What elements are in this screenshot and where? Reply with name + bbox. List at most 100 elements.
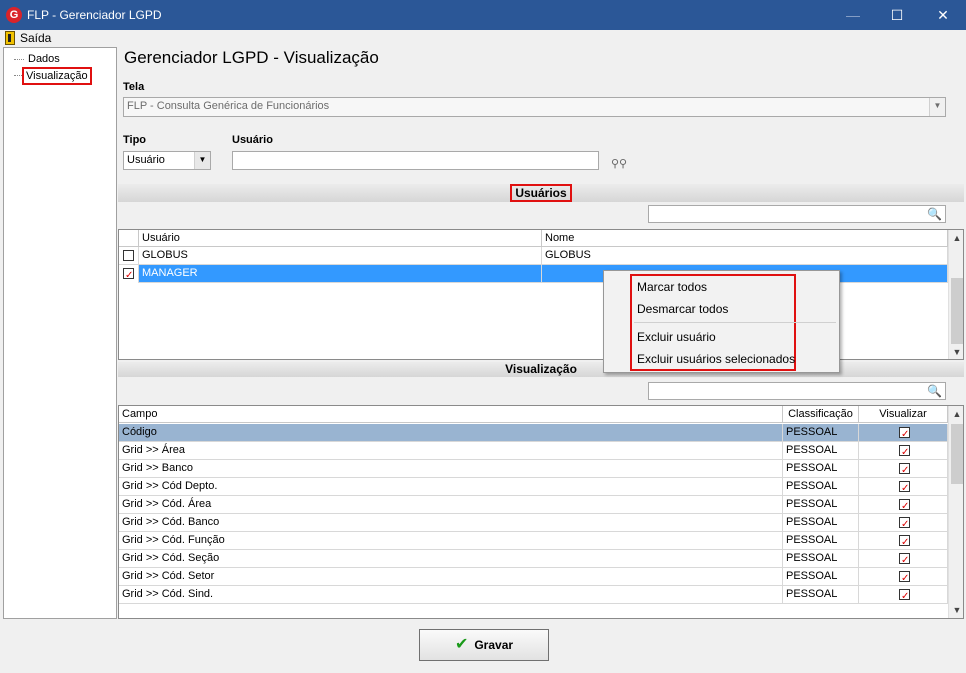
- cell-classificacao: PESSOAL: [783, 496, 859, 514]
- cell-campo: Código: [119, 424, 783, 442]
- scroll-down-icon[interactable]: ▼: [949, 603, 963, 617]
- chevron-down-icon: ▼: [929, 98, 945, 116]
- visualizar-checkbox[interactable]: [899, 444, 910, 460]
- cell-classificacao: PESSOAL: [783, 514, 859, 532]
- page-title: Gerenciador LGPD - Visualização: [124, 48, 379, 67]
- tree-item-visualizacao[interactable]: Visualização: [22, 67, 92, 85]
- usuarios-section-title: Usuários: [510, 184, 572, 202]
- column-header-campo[interactable]: Campo: [119, 406, 783, 423]
- menu-item-desmarcar-todos[interactable]: Desmarcar todos: [637, 302, 728, 316]
- cell-classificacao: PESSOAL: [783, 460, 859, 478]
- search-icon[interactable]: 🔍: [927, 384, 942, 398]
- table-row[interactable]: Grid >> Cód. Banco PESSOAL: [119, 514, 948, 532]
- cell-visualizar: [859, 424, 948, 442]
- cell-visualizar: [859, 478, 948, 496]
- table-row[interactable]: Grid >> Área PESSOAL: [119, 442, 948, 460]
- cell-classificacao: PESSOAL: [783, 478, 859, 496]
- navigation-tree: Dados Visualização: [3, 47, 117, 619]
- usuario-input[interactable]: [232, 151, 599, 170]
- exit-menu-item[interactable]: Saída: [20, 31, 51, 45]
- column-header-visualizar[interactable]: Visualizar: [859, 406, 948, 423]
- cell-visualizar: [859, 568, 948, 586]
- checkbox-column-header: [119, 230, 139, 247]
- cell-campo: Grid >> Cód. Banco: [119, 514, 783, 532]
- gravar-label: Gravar: [474, 638, 514, 652]
- row-checkbox-cell: [119, 265, 139, 283]
- menu-item-excluir-selecionados[interactable]: Excluir usuários selecionados: [637, 352, 795, 366]
- scroll-up-icon[interactable]: ▲: [949, 231, 963, 245]
- cell-campo: Grid >> Banco: [119, 460, 783, 478]
- visualizar-checkbox[interactable]: [899, 534, 910, 550]
- cell-visualizar: [859, 496, 948, 514]
- chevron-down-icon: ▼: [194, 152, 210, 169]
- cell-visualizar: [859, 442, 948, 460]
- visualizacao-scrollbar[interactable]: ▲ ▼: [948, 406, 963, 618]
- exit-door-icon[interactable]: [5, 31, 15, 45]
- window-title: FLP - Gerenciador LGPD: [27, 8, 162, 22]
- table-row[interactable]: GLOBUS GLOBUS: [119, 247, 948, 265]
- table-row[interactable]: Grid >> Banco PESSOAL: [119, 460, 948, 478]
- visualizar-checkbox[interactable]: [899, 498, 910, 514]
- visualizar-checkbox[interactable]: [899, 480, 910, 496]
- maximize-button[interactable]: ☐: [874, 0, 920, 30]
- row-checkbox-checked[interactable]: [123, 267, 134, 283]
- visualizacao-search-input[interactable]: 🔍: [648, 382, 946, 400]
- visualizar-checkbox[interactable]: [899, 462, 910, 478]
- cell-campo: Grid >> Cód. Função: [119, 532, 783, 550]
- scroll-down-icon[interactable]: ▼: [949, 345, 963, 359]
- column-header-usuario[interactable]: Usuário: [139, 230, 542, 247]
- context-menu: Marcar todos Desmarcar todos Excluir usu…: [603, 270, 840, 373]
- visualizar-checkbox[interactable]: [899, 552, 910, 568]
- cell-usuario: GLOBUS: [139, 247, 542, 265]
- scroll-thumb[interactable]: [951, 278, 963, 344]
- cell-campo: Grid >> Cód. Seção: [119, 550, 783, 568]
- column-header-classificacao[interactable]: Classificação: [783, 406, 859, 423]
- binoculars-search-icon[interactable]: ⚲⚲: [611, 157, 627, 170]
- table-row[interactable]: Grid >> Cód Depto. PESSOAL: [119, 478, 948, 496]
- menu-separator: [634, 322, 836, 323]
- usuario-label: Usuário: [232, 134, 273, 146]
- visualizar-checkbox[interactable]: [899, 426, 910, 442]
- column-header-nome[interactable]: Nome: [542, 230, 948, 247]
- menu-item-excluir-usuario[interactable]: Excluir usuário: [637, 330, 716, 344]
- table-row-selected[interactable]: Código PESSOAL: [119, 424, 948, 442]
- search-icon[interactable]: 🔍: [927, 207, 942, 221]
- usuarios-section-header: Usuários: [118, 184, 964, 202]
- visualizacao-section-title: Visualização: [505, 362, 577, 376]
- close-button[interactable]: ✕: [920, 0, 966, 30]
- cell-visualizar: [859, 532, 948, 550]
- tela-label: Tela: [123, 81, 145, 93]
- visualizar-checkbox[interactable]: [899, 516, 910, 532]
- cell-campo: Grid >> Área: [119, 442, 783, 460]
- row-checkbox[interactable]: [123, 250, 134, 261]
- tree-item-dados[interactable]: Dados: [26, 52, 62, 66]
- visualizar-checkbox[interactable]: [899, 570, 910, 586]
- cell-visualizar: [859, 460, 948, 478]
- table-row[interactable]: Grid >> Cód. Sind. PESSOAL: [119, 586, 948, 604]
- scroll-up-icon[interactable]: ▲: [949, 407, 963, 421]
- cell-campo: Grid >> Cód. Área: [119, 496, 783, 514]
- minimize-button[interactable]: —: [830, 0, 876, 30]
- usuarios-grid-header: Usuário Nome: [119, 230, 948, 247]
- cell-classificacao: PESSOAL: [783, 550, 859, 568]
- cell-classificacao: PESSOAL: [783, 586, 859, 604]
- table-row[interactable]: Grid >> Cód. Área PESSOAL: [119, 496, 948, 514]
- usuarios-scrollbar[interactable]: ▲ ▼: [948, 230, 963, 359]
- tela-select[interactable]: FLP - Consulta Genérica de Funcionários …: [123, 97, 946, 117]
- tree-connector: [14, 59, 24, 60]
- cell-nome: GLOBUS: [542, 247, 948, 265]
- usuarios-search-input[interactable]: 🔍: [648, 205, 946, 223]
- table-row[interactable]: Grid >> Cód. Função PESSOAL: [119, 532, 948, 550]
- table-row[interactable]: Grid >> Cód. Seção PESSOAL: [119, 550, 948, 568]
- cell-classificacao: PESSOAL: [783, 532, 859, 550]
- tipo-select[interactable]: Usuário ▼: [123, 151, 211, 170]
- scroll-thumb[interactable]: [951, 424, 963, 484]
- visualizar-checkbox[interactable]: [899, 588, 910, 604]
- visualizacao-grid: Campo Classificação Visualizar Código PE…: [118, 405, 964, 619]
- gravar-button[interactable]: ✔ Gravar: [419, 629, 549, 661]
- table-row[interactable]: Grid >> Cód. Setor PESSOAL: [119, 568, 948, 586]
- cell-visualizar: [859, 550, 948, 568]
- visualizacao-grid-header: Campo Classificação Visualizar: [119, 406, 948, 423]
- menu-item-marcar-todos[interactable]: Marcar todos: [637, 280, 707, 294]
- cell-visualizar: [859, 586, 948, 604]
